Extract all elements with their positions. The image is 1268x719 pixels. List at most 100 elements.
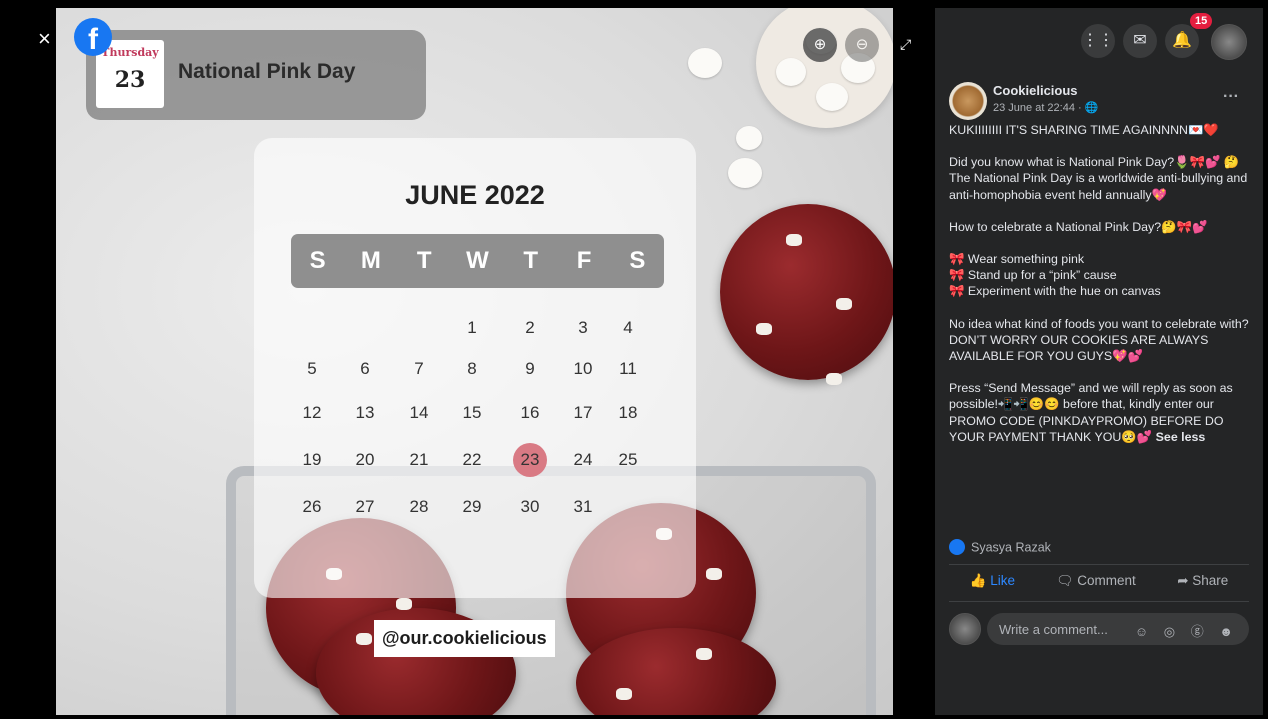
reactor-name: Syasya Razak <box>971 540 1051 555</box>
post-panel: ⋮⋮ ✉ 🔔 Cookielicious 23 June at 22:44 · … <box>935 8 1263 715</box>
post-text: KUKIIIIIIII IT'S SHARING TIME AGAINNNN💌❤… <box>949 122 1254 461</box>
post-paragraph: KUKIIIIIIII IT'S SHARING TIME AGAINNNN💌❤… <box>949 123 1219 137</box>
calendar-day: 19 <box>302 450 322 469</box>
calendar-day: 2 <box>525 318 535 337</box>
marshmallow <box>728 158 762 188</box>
calendar-day: 11 <box>619 359 637 378</box>
marshmallow <box>736 126 762 150</box>
comment-placeholder: Write a comment... <box>999 622 1108 637</box>
instagram-handle: @our.cookielicious <box>374 620 555 657</box>
white-chip <box>706 568 722 580</box>
menu-grid-icon[interactable]: ⋮⋮ <box>1081 24 1115 58</box>
calendar-day: 7 <box>414 359 424 378</box>
event-title: National Pink Day <box>178 60 356 83</box>
calendar-day: 15 <box>462 403 482 422</box>
like-reaction-icon <box>949 539 965 555</box>
white-chip <box>826 373 842 385</box>
messenger-icon[interactable]: ✉ <box>1123 24 1157 58</box>
weekday-label: T <box>523 247 539 274</box>
comment-input[interactable]: Write a comment... ☺ ◎ ⓖ ☻ <box>987 613 1249 645</box>
post-paragraph: No idea what kind of foods you want to c… <box>949 316 1249 364</box>
post-timestamp[interactable]: 23 June at 22:44 · 🌐 <box>993 101 1098 114</box>
fullscreen-icon[interactable]: ⤢ <box>900 36 911 53</box>
cookie <box>720 204 893 380</box>
calendar-day: 16 <box>520 403 540 422</box>
calendar-day: 29 <box>462 497 482 516</box>
calendar-day: 10 <box>573 359 593 378</box>
calendar-day: 13 <box>355 403 375 422</box>
white-chip <box>696 648 712 660</box>
calendar-day: 18 <box>618 403 638 422</box>
top-bar: ⋮⋮ ✉ 🔔 <box>935 8 1263 66</box>
weekday-header: S M T W T F S <box>291 234 664 288</box>
close-icon[interactable]: × <box>38 26 51 52</box>
calendar-day: 5 <box>307 359 317 378</box>
bell-icon[interactable]: 🔔 <box>1165 24 1199 58</box>
page-name[interactable]: Cookielicious <box>993 83 1078 98</box>
marshmallow <box>776 58 806 86</box>
calendar-day: 14 <box>409 403 429 422</box>
profile-avatar[interactable] <box>1211 24 1247 60</box>
marshmallow <box>816 83 848 111</box>
white-chip <box>836 298 852 310</box>
like-label: Like <box>990 573 1016 588</box>
share-label: Share <box>1192 573 1229 588</box>
date-card: Thursday 23 National Pink Day <box>86 30 426 120</box>
facebook-logo-icon[interactable]: f <box>74 18 112 56</box>
post-paragraph: How to celebrate a National Pink Day?🤔🎀💕 <box>949 219 1208 234</box>
comment-label: Comment <box>1077 573 1136 588</box>
calendar-day: 1 <box>467 318 477 337</box>
calendar-day: 4 <box>623 318 633 337</box>
calendar-day: 22 <box>462 450 482 469</box>
zoom-out-icon[interactable]: ⊖ <box>845 28 879 62</box>
white-chip <box>356 633 372 645</box>
divider <box>949 601 1249 602</box>
post-paragraph: 🎀 Wear something pink 🎀 Stand up for a “p… <box>949 252 1161 299</box>
marshmallow <box>688 48 722 78</box>
white-chip <box>616 688 632 700</box>
calendar-day: 17 <box>573 403 593 422</box>
calendar-day: 6 <box>360 359 370 378</box>
calendar-card: JUNE 2022 S M T W T F S 1 2 3 4 5 6 7 8 9 10 11 12 1… <box>254 138 696 598</box>
white-chip <box>396 598 412 610</box>
post-paragraph: Did you know what is National Pink Day?🌷… <box>949 155 1248 202</box>
calendar-day: 9 <box>525 359 535 378</box>
calendar-day: 20 <box>355 450 375 469</box>
calendar-day: 27 <box>355 497 375 516</box>
weekday-label: F <box>576 247 592 274</box>
divider <box>949 564 1249 565</box>
like-button[interactable]: 👍 Like <box>970 573 1015 589</box>
calendar-month: JUNE 2022 <box>405 180 545 210</box>
calendar-day: 3 <box>578 318 588 337</box>
weekday-label: S <box>629 247 646 274</box>
weekday-label: M <box>360 247 381 274</box>
see-less-link[interactable]: See less <box>1156 430 1206 444</box>
post-paragraph: Press “Send Message” and we will reply a… <box>949 381 1233 444</box>
post-photo[interactable]: Thursday 23 National Pink Day JUNE 2022 … <box>56 8 893 715</box>
weekday-label: S <box>309 247 326 274</box>
post-actions: 👍 Like 🗨 Comment ➦ Share <box>949 573 1249 589</box>
commenter-avatar <box>949 613 981 645</box>
calendar-day: 28 <box>409 497 429 516</box>
page-avatar[interactable] <box>949 82 987 120</box>
white-chip <box>786 234 802 246</box>
more-options-icon[interactable]: ··· <box>1223 88 1239 106</box>
weekday-label: T <box>416 247 432 274</box>
reactions-summary[interactable]: Syasya Razak <box>949 539 1051 556</box>
white-chip <box>756 323 772 335</box>
comment-emoji-icons[interactable]: ☺ ◎ ⓖ ☻ <box>1135 621 1239 640</box>
zoom-in-icon[interactable]: ⊕ <box>803 28 837 62</box>
weekday-label: W <box>466 247 489 274</box>
date-day: 23 <box>114 67 146 93</box>
calendar-day: 8 <box>467 359 477 378</box>
photo-viewer: Thursday 23 National Pink Day JUNE 2022 … <box>0 0 929 719</box>
calendar-day: 26 <box>302 497 322 516</box>
calendar-day: 12 <box>302 403 322 422</box>
notification-badge: 15 <box>1190 13 1213 29</box>
calendar-day: 24 <box>573 450 593 469</box>
calendar-day: 21 <box>409 450 429 469</box>
share-button[interactable]: ➦ Share <box>1177 573 1228 589</box>
comment-button[interactable]: 🗨 Comment <box>1056 573 1135 589</box>
calendar-day-highlighted: 23 <box>513 443 547 477</box>
calendar-day: 25 <box>618 450 638 469</box>
